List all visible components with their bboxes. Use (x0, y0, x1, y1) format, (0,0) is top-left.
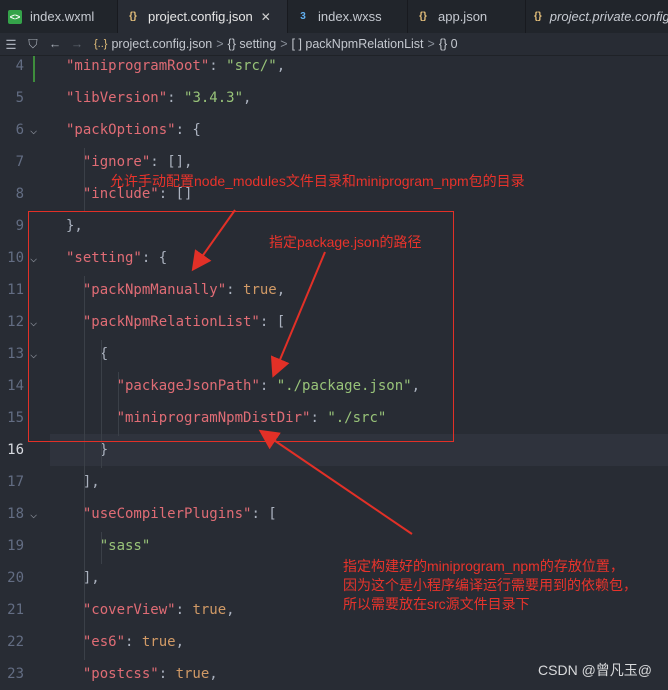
watermark: CSDN @曾凡玉@ (538, 662, 652, 678)
arrow-to-package-json-path (270, 251, 326, 378)
annotation-dist-dir-line-2: 因为这个是小程序编译运行需要用到的依赖包， (343, 577, 637, 593)
arrow-to-pack-npm-manually (191, 209, 236, 272)
annotation-dist-dir-line-3: 所以需要放在src源文件目录下 (343, 596, 530, 612)
annotation-pack-npm-manually: 允许手动配置node_modules文件目录和miniprogram_npm包的… (110, 173, 525, 189)
annotation-package-json-path: 指定package.json的路径 (269, 234, 422, 250)
annotation-dist-dir-line-1: 指定构建好的miniprogram_npm的存放位置， (343, 558, 624, 574)
arrow-to-dist-dir (258, 429, 413, 535)
